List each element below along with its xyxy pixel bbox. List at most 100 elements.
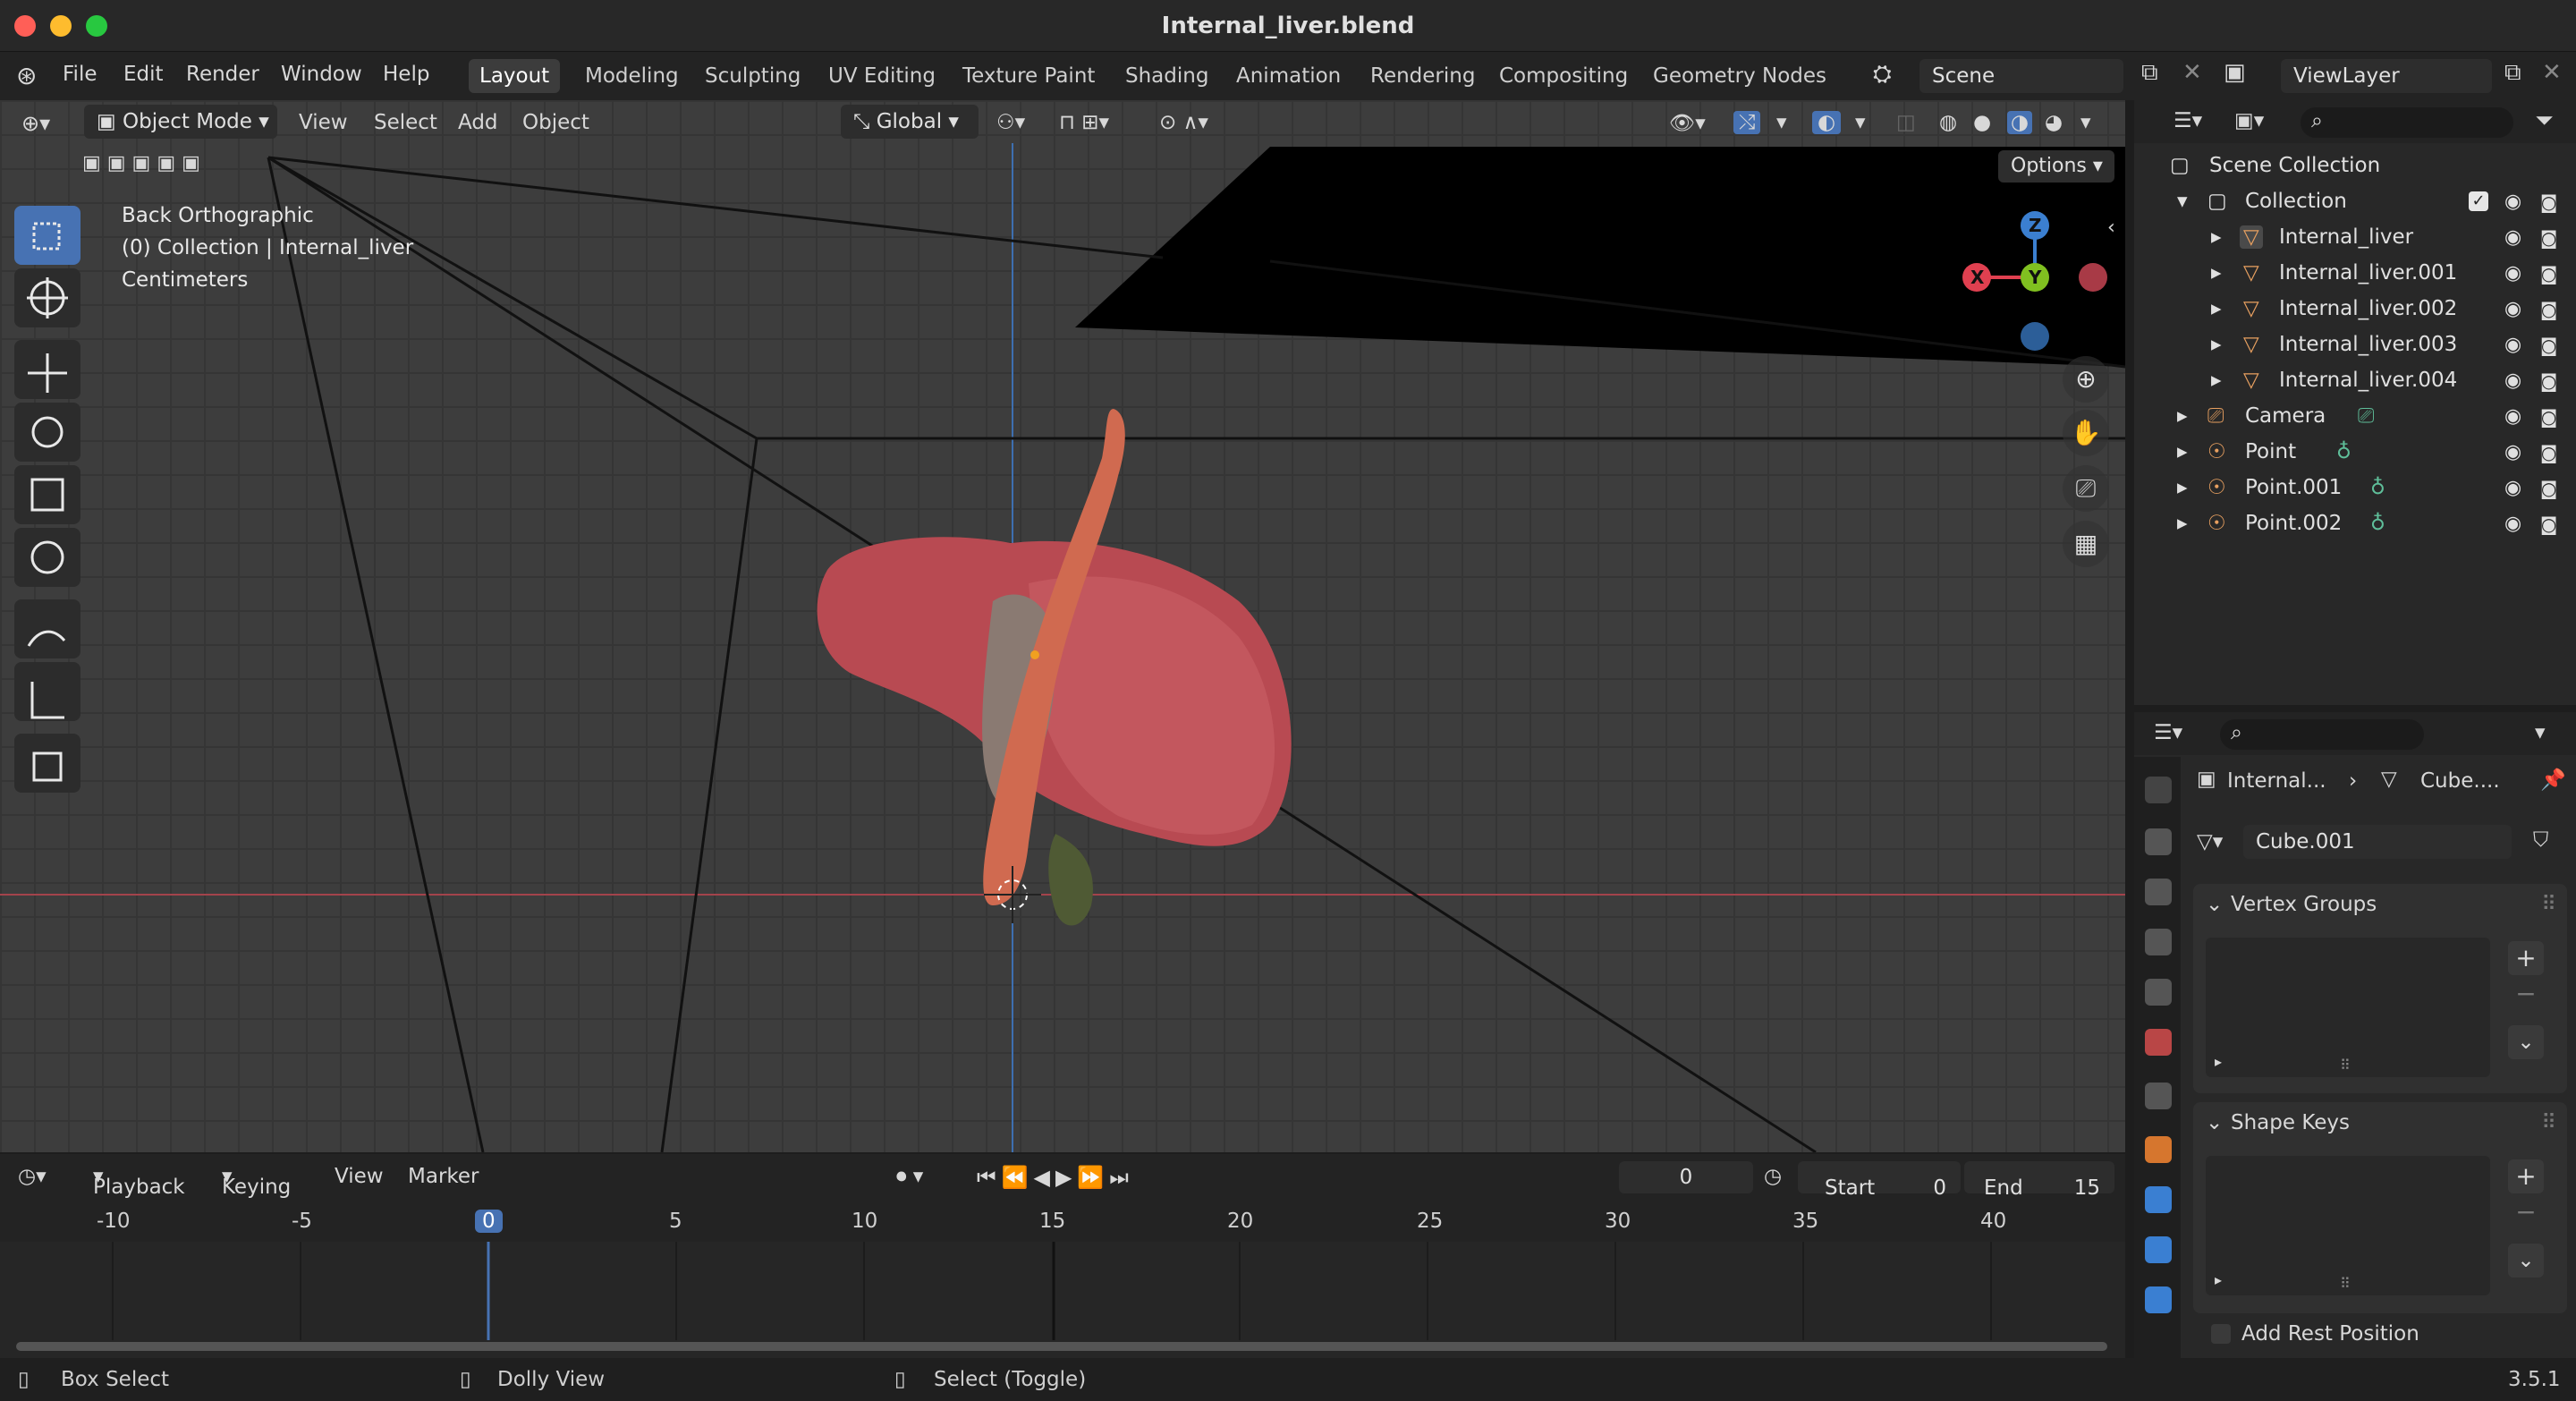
- outliner-row-light[interactable]: ▸ ☉ Point.002 ♁ ◉ ◙: [2134, 506, 2576, 542]
- panel-collapse-icon[interactable]: ⌄: [2206, 893, 2223, 916]
- outliner-row-object[interactable]: ▸ ▽ Internal_liver.004 ◉ ◙: [2134, 363, 2576, 399]
- collapse-icon[interactable]: ▾: [2177, 190, 2188, 213]
- outliner-row-object[interactable]: ▸ ▽ Internal_liver.002 ◉ ◙: [2134, 292, 2576, 327]
- menu-window[interactable]: Window: [281, 63, 362, 86]
- viewport-menu-view[interactable]: View: [299, 111, 348, 134]
- material-shading-icon[interactable]: ◑: [2007, 111, 2033, 134]
- options-button[interactable]: Options ▾: [1998, 150, 2114, 183]
- camera-data-icon[interactable]: ⎚: [2358, 404, 2374, 428]
- render-camera-icon[interactable]: ◙: [2540, 191, 2562, 213]
- light-data-icon[interactable]: ♁: [2370, 476, 2385, 499]
- select-mode-icons[interactable]: ▣ ▣ ▣ ▣ ▣: [82, 152, 200, 174]
- fake-user-icon[interactable]: ⛉: [2533, 828, 2548, 852]
- preview-range-icon[interactable]: ◷: [1764, 1165, 1782, 1188]
- shading-dropdown-icon[interactable]: ▾: [2080, 111, 2091, 134]
- tab-texture-paint[interactable]: Texture Paint: [952, 59, 1106, 93]
- solid-shading-icon[interactable]: ●: [1973, 111, 1991, 134]
- particles-tab-icon[interactable]: [2145, 1236, 2172, 1263]
- auto-keying-icon[interactable]: ⏺ ▾: [896, 1165, 923, 1188]
- add-shape-key-button[interactable]: +: [2508, 1159, 2544, 1193]
- eye-icon[interactable]: ◉: [2504, 191, 2526, 213]
- display-mode-icon[interactable]: ▣▾: [2234, 109, 2264, 132]
- scene-icon[interactable]: ⛭: [1873, 61, 1892, 89]
- menu-edit[interactable]: Edit: [123, 63, 164, 86]
- viewport-menu-object[interactable]: Object: [522, 111, 589, 134]
- overlay-dropdown-icon[interactable]: ▾: [1855, 111, 1866, 134]
- tab-compositing[interactable]: Compositing: [1488, 59, 1639, 93]
- outliner-search-input[interactable]: ⌕: [2301, 107, 2513, 138]
- add-rest-position-checkbox[interactable]: [2211, 1324, 2231, 1344]
- properties-editor-type-icon[interactable]: ☰▾: [2154, 721, 2182, 744]
- playback-menu[interactable]: Playback ▾: [93, 1165, 185, 1199]
- eye-icon[interactable]: ◉: [2504, 335, 2526, 356]
- pin-icon[interactable]: 📌: [2540, 768, 2566, 792]
- light-data-icon[interactable]: ♁: [2336, 440, 2351, 463]
- tool-tab-icon[interactable]: [2145, 777, 2172, 803]
- sidebar-toggle-icon[interactable]: ‹: [2107, 217, 2115, 239]
- tab-animation[interactable]: Animation: [1225, 59, 1352, 93]
- expand-icon[interactable]: ▸: [2211, 261, 2222, 284]
- modifier-tab-icon[interactable]: [2145, 1186, 2172, 1213]
- render-camera-icon[interactable]: ◙: [2540, 514, 2562, 535]
- rendered-shading-icon[interactable]: ◕: [2045, 111, 2063, 134]
- drag-handle-icon[interactable]: ⠿: [2541, 893, 2556, 916]
- object-tab-icon[interactable]: [2145, 1136, 2172, 1163]
- exclude-checkbox[interactable]: ✓: [2469, 191, 2488, 211]
- mesh-name-field[interactable]: Cube.001: [2243, 825, 2512, 859]
- eye-icon[interactable]: ◉: [2504, 299, 2526, 320]
- eye-icon[interactable]: ◉: [2504, 370, 2526, 392]
- view-layer-tab-icon[interactable]: [2145, 929, 2172, 955]
- physics-tab-icon[interactable]: [2145, 1286, 2172, 1313]
- scene-selector[interactable]: Scene: [1919, 59, 2123, 93]
- snap-icon[interactable]: ⊓ ⊞▾: [1059, 111, 1109, 134]
- list-resize-icon[interactable]: ⠿: [2340, 1057, 2351, 1074]
- pan-view-icon[interactable]: ✋: [2063, 410, 2109, 456]
- shape-key-specials-button[interactable]: ⌄: [2508, 1244, 2544, 1278]
- mode-selector[interactable]: ▣ Object Mode ▾: [84, 105, 277, 139]
- eye-icon[interactable]: ◉: [2504, 406, 2526, 428]
- menu-help[interactable]: Help: [383, 63, 429, 86]
- remove-shape-key-button[interactable]: −: [2508, 1195, 2544, 1229]
- vertex-groups-list[interactable]: ▸ ⠿: [2206, 938, 2490, 1077]
- visibility-icon[interactable]: 👁▾: [1669, 111, 1706, 135]
- render-camera-icon[interactable]: ◙: [2540, 263, 2562, 284]
- navigation-gizmo[interactable]: Z X Y: [1955, 206, 2107, 358]
- expand-icon[interactable]: ▸: [2177, 476, 2188, 499]
- eye-icon[interactable]: ◉: [2504, 514, 2526, 535]
- vertex-group-specials-button[interactable]: ⌄: [2508, 1025, 2544, 1059]
- outliner-row-object[interactable]: ▸ ▽ Internal_liver ◉ ◙: [2134, 220, 2576, 256]
- tab-uv-editing[interactable]: UV Editing: [818, 59, 946, 93]
- frame-ruler[interactable]: -10 -5 0 5 10 15 20 25 30 35 40: [0, 1202, 2125, 1242]
- end-frame-field[interactable]: End 15: [1964, 1161, 2114, 1200]
- viewport-menu-select[interactable]: Select: [374, 111, 437, 134]
- drag-handle-icon[interactable]: ⠿: [2541, 1111, 2556, 1134]
- outliner-row-collection[interactable]: ▾ ▢ Collection ✓ ◉ ◙: [2134, 184, 2576, 220]
- render-camera-icon[interactable]: ◙: [2540, 442, 2562, 463]
- playback-controls[interactable]: ⏮⏪◀▶⏩⏭: [977, 1165, 1134, 1190]
- expand-icon[interactable]: ▸: [2177, 404, 2188, 428]
- overlay-toggle-icon[interactable]: ◐: [1812, 111, 1842, 134]
- outliner-row-camera[interactable]: ▸ ⎚ Camera ⎚ ◉ ◙: [2134, 399, 2576, 435]
- expand-icon[interactable]: ▸: [2211, 369, 2222, 392]
- camera-view-icon[interactable]: ⎚: [2063, 465, 2109, 512]
- properties-options-icon[interactable]: ▾: [2535, 721, 2546, 744]
- new-view-layer-icon[interactable]: ⧉: [2504, 59, 2521, 87]
- mesh-data-icon[interactable]: ▽▾: [2197, 830, 2223, 853]
- scene-tab-icon[interactable]: [2145, 979, 2172, 1006]
- list-expand-icon[interactable]: ▸: [2215, 1053, 2222, 1070]
- gizmo-toggle-icon[interactable]: ⤭: [1733, 111, 1761, 134]
- start-frame-field[interactable]: Start 0: [1798, 1161, 1961, 1200]
- eye-icon[interactable]: ◉: [2504, 442, 2526, 463]
- tab-rendering[interactable]: Rendering: [1360, 59, 1486, 93]
- list-expand-icon[interactable]: ▸: [2215, 1271, 2222, 1288]
- proportional-edit-icon[interactable]: ⊙ ∧▾: [1159, 111, 1208, 134]
- outliner-row-light[interactable]: ▸ ☉ Point ♁ ◉ ◙: [2134, 435, 2576, 471]
- render-camera-icon[interactable]: ◙: [2540, 478, 2562, 499]
- expand-icon[interactable]: ▸: [2177, 440, 2188, 463]
- expand-icon[interactable]: ▸: [2211, 297, 2222, 320]
- 3d-viewport[interactable]: ⊕▾ ▣ Object Mode ▾ View Select Add Objec…: [0, 100, 2125, 1152]
- view-layer-icon[interactable]: ▣: [2224, 59, 2246, 86]
- tab-geometry-nodes[interactable]: Geometry Nodes: [1642, 59, 1837, 93]
- menu-render[interactable]: Render: [186, 63, 259, 86]
- expand-icon[interactable]: ▸: [2177, 512, 2188, 535]
